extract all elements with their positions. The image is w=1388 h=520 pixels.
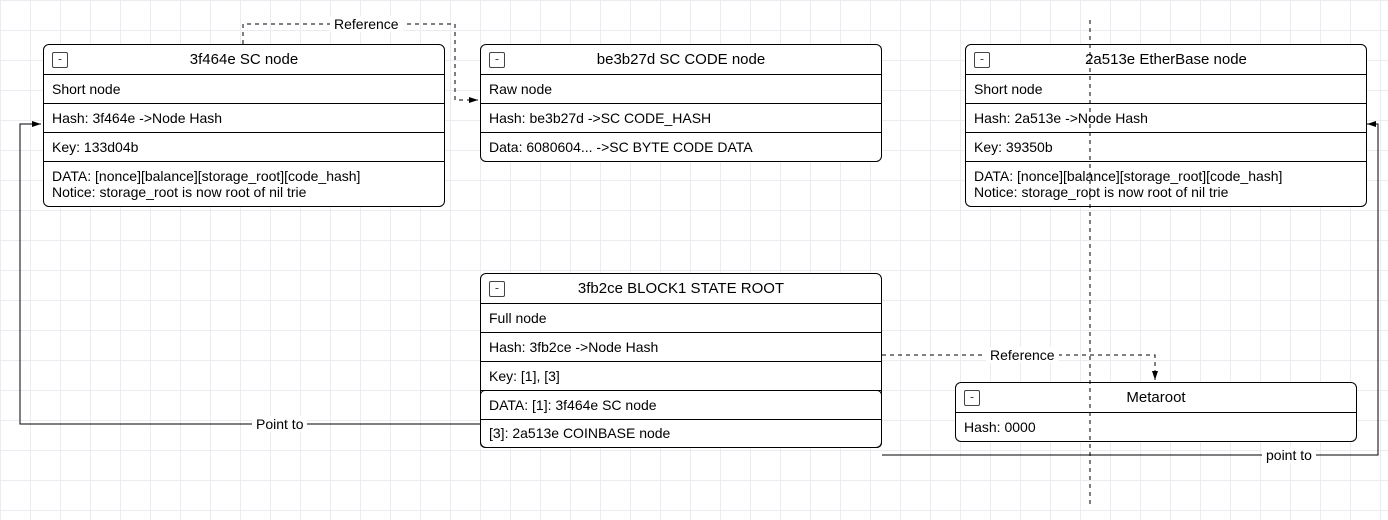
root-data3: [3]: 2a513e COINBASE node	[480, 419, 882, 448]
label-point-to-2: point to	[1262, 447, 1316, 463]
collapse-icon[interactable]: -	[52, 52, 68, 68]
sccode-title-bar: - be3b27d SC CODE node	[481, 45, 881, 75]
root-data1: DATA: [1]: 3f464e SC node	[480, 390, 882, 420]
collapse-icon[interactable]: -	[974, 52, 990, 68]
collapse-icon[interactable]: -	[964, 390, 980, 406]
ether-node: - 2a513e EtherBase node Short node Hash:…	[965, 44, 1367, 207]
ether-title-bar: - 2a513e EtherBase node	[966, 45, 1366, 75]
label-reference-1: Reference	[330, 16, 403, 32]
sccode-hash: Hash: be3b27d ->SC CODE_HASH	[481, 104, 881, 133]
collapse-icon[interactable]: -	[489, 52, 505, 68]
root-title-bar: - 3fb2ce BLOCK1 STATE ROOT	[481, 274, 881, 304]
sc-node-title-bar: - 3f464e SC node	[44, 45, 444, 75]
ether-title: 2a513e EtherBase node	[1085, 51, 1247, 68]
root-hash: Hash: 3fb2ce ->Node Hash	[481, 333, 881, 362]
ether-hash: Hash: 2a513e ->Node Hash	[966, 104, 1366, 133]
sc-node-hash: Hash: 3f464e ->Node Hash	[44, 104, 444, 133]
sc-node: - 3f464e SC node Short node Hash: 3f464e…	[43, 44, 445, 207]
root-key: Key: [1], [3]	[481, 362, 881, 391]
label-point-to-1: Point to	[252, 416, 307, 432]
sccode-type: Raw node	[481, 75, 881, 104]
sccode-title: be3b27d SC CODE node	[597, 51, 765, 68]
ether-key: Key: 39350b	[966, 133, 1366, 162]
sc-node-key: Key: 133d04b	[44, 133, 444, 162]
metaroot-title: Metaroot	[1126, 389, 1185, 406]
collapse-icon[interactable]: -	[489, 281, 505, 297]
sccode-node: - be3b27d SC CODE node Raw node Hash: be…	[480, 44, 882, 162]
root-title: 3fb2ce BLOCK1 STATE ROOT	[578, 280, 784, 297]
metaroot-hash: Hash: 0000	[956, 413, 1356, 441]
sccode-data: Data: 6080604... ->SC BYTE CODE DATA	[481, 133, 881, 161]
root-type: Full node	[481, 304, 881, 333]
root-node: - 3fb2ce BLOCK1 STATE ROOT Full node Has…	[480, 273, 882, 448]
label-reference-2: Reference	[986, 347, 1059, 363]
sc-node-data: DATA: [nonce][balance][storage_root][cod…	[44, 162, 444, 206]
sc-node-title: 3f464e SC node	[190, 51, 298, 68]
metaroot-title-bar: - Metaroot	[956, 383, 1356, 413]
ether-type: Short node	[966, 75, 1366, 104]
ether-data: DATA: [nonce][balance][storage_root][cod…	[966, 162, 1366, 206]
metaroot-node: - Metaroot Hash: 0000	[955, 382, 1357, 442]
sc-node-type: Short node	[44, 75, 444, 104]
